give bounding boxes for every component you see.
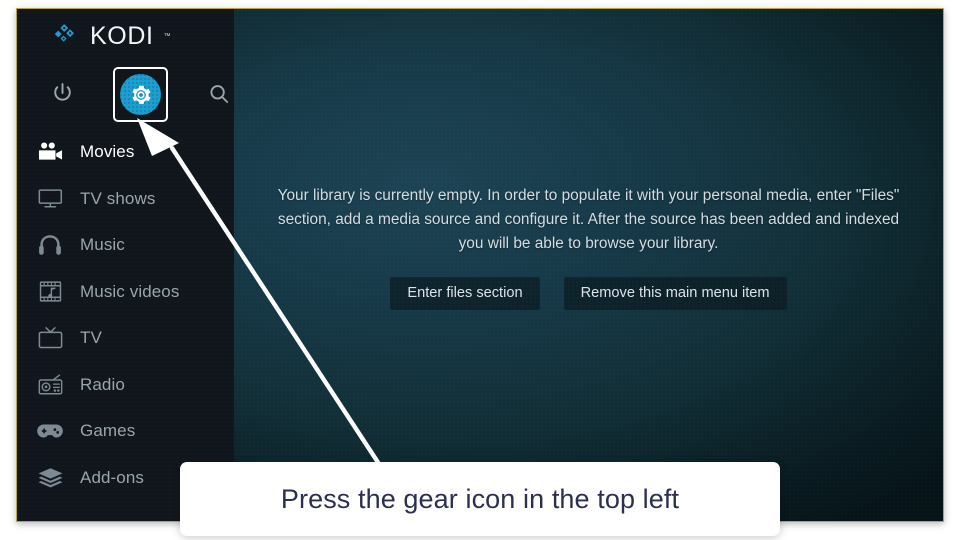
headphones-icon (37, 233, 63, 257)
sidebar-item-music-videos[interactable]: Music videos (17, 269, 234, 316)
action-button-row: Enter files section Remove this main men… (390, 276, 787, 311)
television-icon (37, 187, 63, 211)
sidebar-label: Add-ons (80, 467, 145, 487)
kodi-logo: KODI ™ (55, 23, 171, 49)
instruction-text: Press the gear icon in the top left (280, 483, 680, 514)
gear-icon (131, 85, 150, 104)
remove-main-menu-item-button[interactable]: Remove this main menu item (563, 276, 787, 311)
movie-camera-icon (37, 140, 63, 164)
enter-files-section-button[interactable]: Enter files section (390, 276, 540, 311)
radio-icon (37, 373, 63, 397)
kodi-logo-text: KODI (90, 21, 154, 50)
sidebar-item-games[interactable]: Games (17, 408, 234, 455)
sidebar-item-radio[interactable]: Radio (17, 362, 234, 409)
tv-antenna-icon (37, 326, 63, 350)
sidebar-item-movies[interactable]: Movies (17, 129, 234, 176)
film-note-icon (37, 280, 63, 304)
addons-box-icon (37, 466, 63, 490)
top-icon-row (17, 67, 236, 122)
search-button[interactable] (202, 77, 236, 111)
sidebar-label: TV (80, 328, 102, 348)
sidebar-label: Games (80, 421, 136, 441)
sidebar-menu: Movies TV shows Music Music videos TV Ra… (17, 129, 234, 501)
screenshot-stage: KODI ™ Movies TV shows Music Music video… (0, 0, 960, 540)
sidebar-label: TV shows (80, 188, 156, 208)
sidebar-item-tv-shows[interactable]: TV shows (17, 176, 234, 223)
gamepad-icon (37, 419, 63, 443)
kodi-trademark: ™ (163, 32, 171, 40)
sidebar-item-music[interactable]: Music (17, 222, 234, 269)
gear-circle (120, 74, 161, 115)
sidebar-label: Radio (80, 374, 125, 394)
sidebar-label: Movies (80, 142, 135, 162)
instruction-callout: Press the gear icon in the top left (180, 462, 780, 536)
search-icon (210, 85, 229, 103)
power-icon (53, 82, 71, 101)
empty-library-message: Your library is currently empty. In orde… (277, 186, 900, 252)
main-content: Your library is currently empty. In orde… (234, 9, 943, 521)
sidebar-label: Music (80, 235, 125, 255)
kodi-screenshot-frame: KODI ™ Movies TV shows Music Music video… (16, 8, 944, 522)
sidebar: KODI ™ Movies TV shows Music Music video… (17, 9, 234, 521)
sidebar-label: Music videos (80, 281, 180, 301)
power-button[interactable] (45, 76, 79, 110)
kodi-logo-icon (55, 24, 74, 42)
settings-button[interactable] (113, 67, 168, 122)
sidebar-item-tv[interactable]: TV (17, 315, 234, 362)
